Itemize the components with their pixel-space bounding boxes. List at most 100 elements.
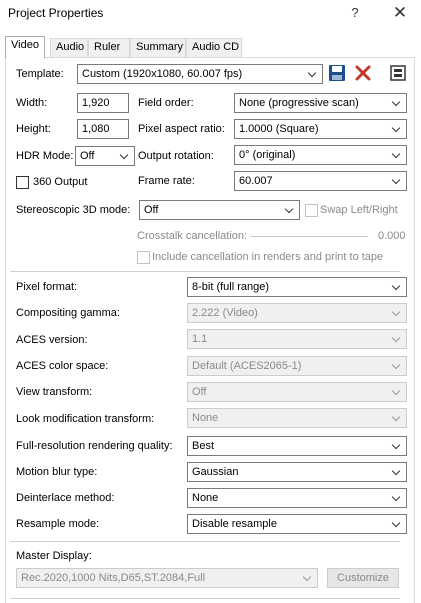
- aces-color-space-value: Default (ACES2065-1): [192, 360, 302, 372]
- compositing-gamma-select[interactable]: 2.222 (Video): [187, 303, 407, 323]
- chevron-down-icon: [390, 278, 404, 296]
- stereo-3d-label: Stereoscopic 3D mode:: [16, 204, 131, 216]
- template-label: Template:: [16, 68, 64, 80]
- chevron-down-icon: [118, 147, 132, 165]
- output-rotation-value: 0° (original): [239, 149, 296, 161]
- tab-summary[interactable]: Summary: [130, 38, 186, 57]
- pixel-aspect-value: 1.0000 (Square): [239, 123, 319, 135]
- frame-rate-select[interactable]: 60.007: [234, 171, 407, 191]
- chevron-down-icon: [390, 489, 404, 507]
- save-template-button[interactable]: [327, 63, 347, 83]
- section-divider: [10, 271, 400, 272]
- pixel-aspect-label: Pixel aspect ratio:: [138, 123, 225, 135]
- hdr-mode-select[interactable]: Off: [75, 146, 135, 166]
- master-display-value: Rec.2020,1000 Nits,D65,ST.2084,Full: [21, 572, 206, 584]
- height-label: Height:: [16, 123, 51, 135]
- field-order-select[interactable]: None (progressive scan): [234, 93, 407, 113]
- include-cancellation-label: Include cancellation in renders and prin…: [152, 251, 384, 263]
- height-input[interactable]: 1,080: [77, 119, 129, 139]
- chevron-down-icon: [306, 65, 320, 83]
- frame-rate-value: 60.007: [239, 175, 273, 187]
- hdr-mode-label: HDR Mode:: [16, 150, 74, 162]
- aces-version-value: 1.1: [192, 333, 208, 345]
- width-label: Width:: [16, 97, 48, 109]
- chevron-down-icon: [390, 172, 404, 190]
- save-icon: [329, 65, 345, 81]
- resample-label: Resample mode:: [16, 518, 100, 530]
- template-select[interactable]: Custom (1920x1080, 60.007 fps): [77, 64, 323, 84]
- output-360-label: 360 Output: [33, 176, 88, 188]
- aces-color-space-label: ACES color space:: [16, 360, 109, 372]
- frame-rate-label: Frame rate:: [138, 175, 195, 187]
- chevron-down-icon: [390, 437, 404, 455]
- field-order-label: Field order:: [138, 97, 194, 109]
- tab-video[interactable]: Video: [5, 36, 45, 58]
- tab-audio[interactable]: Audio: [50, 38, 88, 57]
- tab-ruler[interactable]: Ruler: [88, 38, 130, 57]
- render-quality-select[interactable]: Best: [187, 436, 407, 456]
- chevron-down-icon: [390, 515, 404, 533]
- look-modification-label: Look modification transform:: [16, 413, 155, 425]
- deinterlace-label: Deinterlace method:: [16, 492, 115, 504]
- window-title: Project Properties: [8, 6, 104, 20]
- aces-version-select[interactable]: 1.1: [187, 329, 407, 349]
- chevron-down-icon: [390, 357, 404, 375]
- look-modification-value: None: [192, 412, 219, 424]
- aces-version-label: ACES version:: [16, 334, 88, 346]
- resample-value: Disable resample: [192, 518, 277, 530]
- pixel-format-select[interactable]: 8-bit (full range): [187, 277, 407, 297]
- include-cancellation-checkbox[interactable]: [137, 251, 150, 264]
- section-divider: [10, 598, 400, 599]
- motion-blur-value: Gaussian: [192, 466, 239, 478]
- compositing-gamma-value: 2.222 (Video): [192, 307, 258, 319]
- pixel-aspect-select[interactable]: 1.0000 (Square): [234, 119, 407, 139]
- width-input[interactable]: 1,920: [77, 93, 129, 113]
- output-rotation-label: Output rotation:: [138, 150, 214, 162]
- delete-template-button[interactable]: [353, 63, 373, 83]
- match-media-icon: [390, 65, 406, 81]
- crosstalk-slider[interactable]: [250, 236, 368, 237]
- output-rotation-select[interactable]: 0° (original): [234, 145, 407, 165]
- chevron-down-icon: [390, 304, 404, 322]
- close-button[interactable]: ✕: [388, 3, 412, 23]
- swap-lr-label: Swap Left/Right: [320, 204, 398, 216]
- chevron-down-icon: [390, 146, 404, 164]
- stereo-3d-value: Off: [144, 204, 159, 216]
- motion-blur-select[interactable]: Gaussian: [187, 462, 407, 482]
- field-order-value: None (progressive scan): [239, 97, 359, 109]
- chevron-down-icon: [283, 201, 297, 219]
- template-value: Custom (1920x1080, 60.007 fps): [82, 68, 243, 80]
- chevron-down-icon: [390, 463, 404, 481]
- master-display-label: Master Display:: [16, 550, 92, 562]
- match-media-button[interactable]: [388, 63, 408, 83]
- render-quality-label: Full-resolution rendering quality:: [16, 440, 173, 452]
- section-divider: [10, 541, 400, 542]
- deinterlace-select[interactable]: None: [187, 488, 407, 508]
- swap-lr-checkbox[interactable]: [305, 204, 318, 217]
- hdr-mode-value: Off: [80, 150, 95, 162]
- help-button[interactable]: ?: [345, 5, 365, 23]
- master-display-select[interactable]: Rec.2020,1000 Nits,D65,ST.2084,Full: [16, 568, 318, 588]
- view-transform-value: Off: [192, 386, 207, 398]
- tab-audio-cd[interactable]: Audio CD: [186, 38, 242, 57]
- customize-button[interactable]: Customize: [327, 568, 399, 588]
- pixel-format-value: 8-bit (full range): [192, 281, 270, 293]
- resample-select[interactable]: Disable resample: [187, 514, 407, 534]
- deinterlace-value: None: [192, 492, 219, 504]
- look-modification-select[interactable]: None: [187, 408, 407, 428]
- aces-color-space-select[interactable]: Default (ACES2065-1): [187, 356, 407, 376]
- pixel-format-label: Pixel format:: [16, 281, 78, 293]
- crosstalk-value: 0.000: [378, 230, 406, 242]
- chevron-down-icon: [390, 94, 404, 112]
- compositing-gamma-label: Compositing gamma:: [16, 307, 120, 319]
- render-quality-value: Best: [192, 440, 215, 452]
- chevron-down-icon: [301, 569, 315, 587]
- delete-x-icon: [355, 65, 371, 81]
- stereo-3d-select[interactable]: Off: [139, 200, 300, 220]
- output-360-checkbox[interactable]: [16, 176, 29, 189]
- view-transform-select[interactable]: Off: [187, 382, 407, 402]
- chevron-down-icon: [390, 409, 404, 427]
- chevron-down-icon: [390, 383, 404, 401]
- chevron-down-icon: [390, 330, 404, 348]
- view-transform-label: View transform:: [16, 386, 93, 398]
